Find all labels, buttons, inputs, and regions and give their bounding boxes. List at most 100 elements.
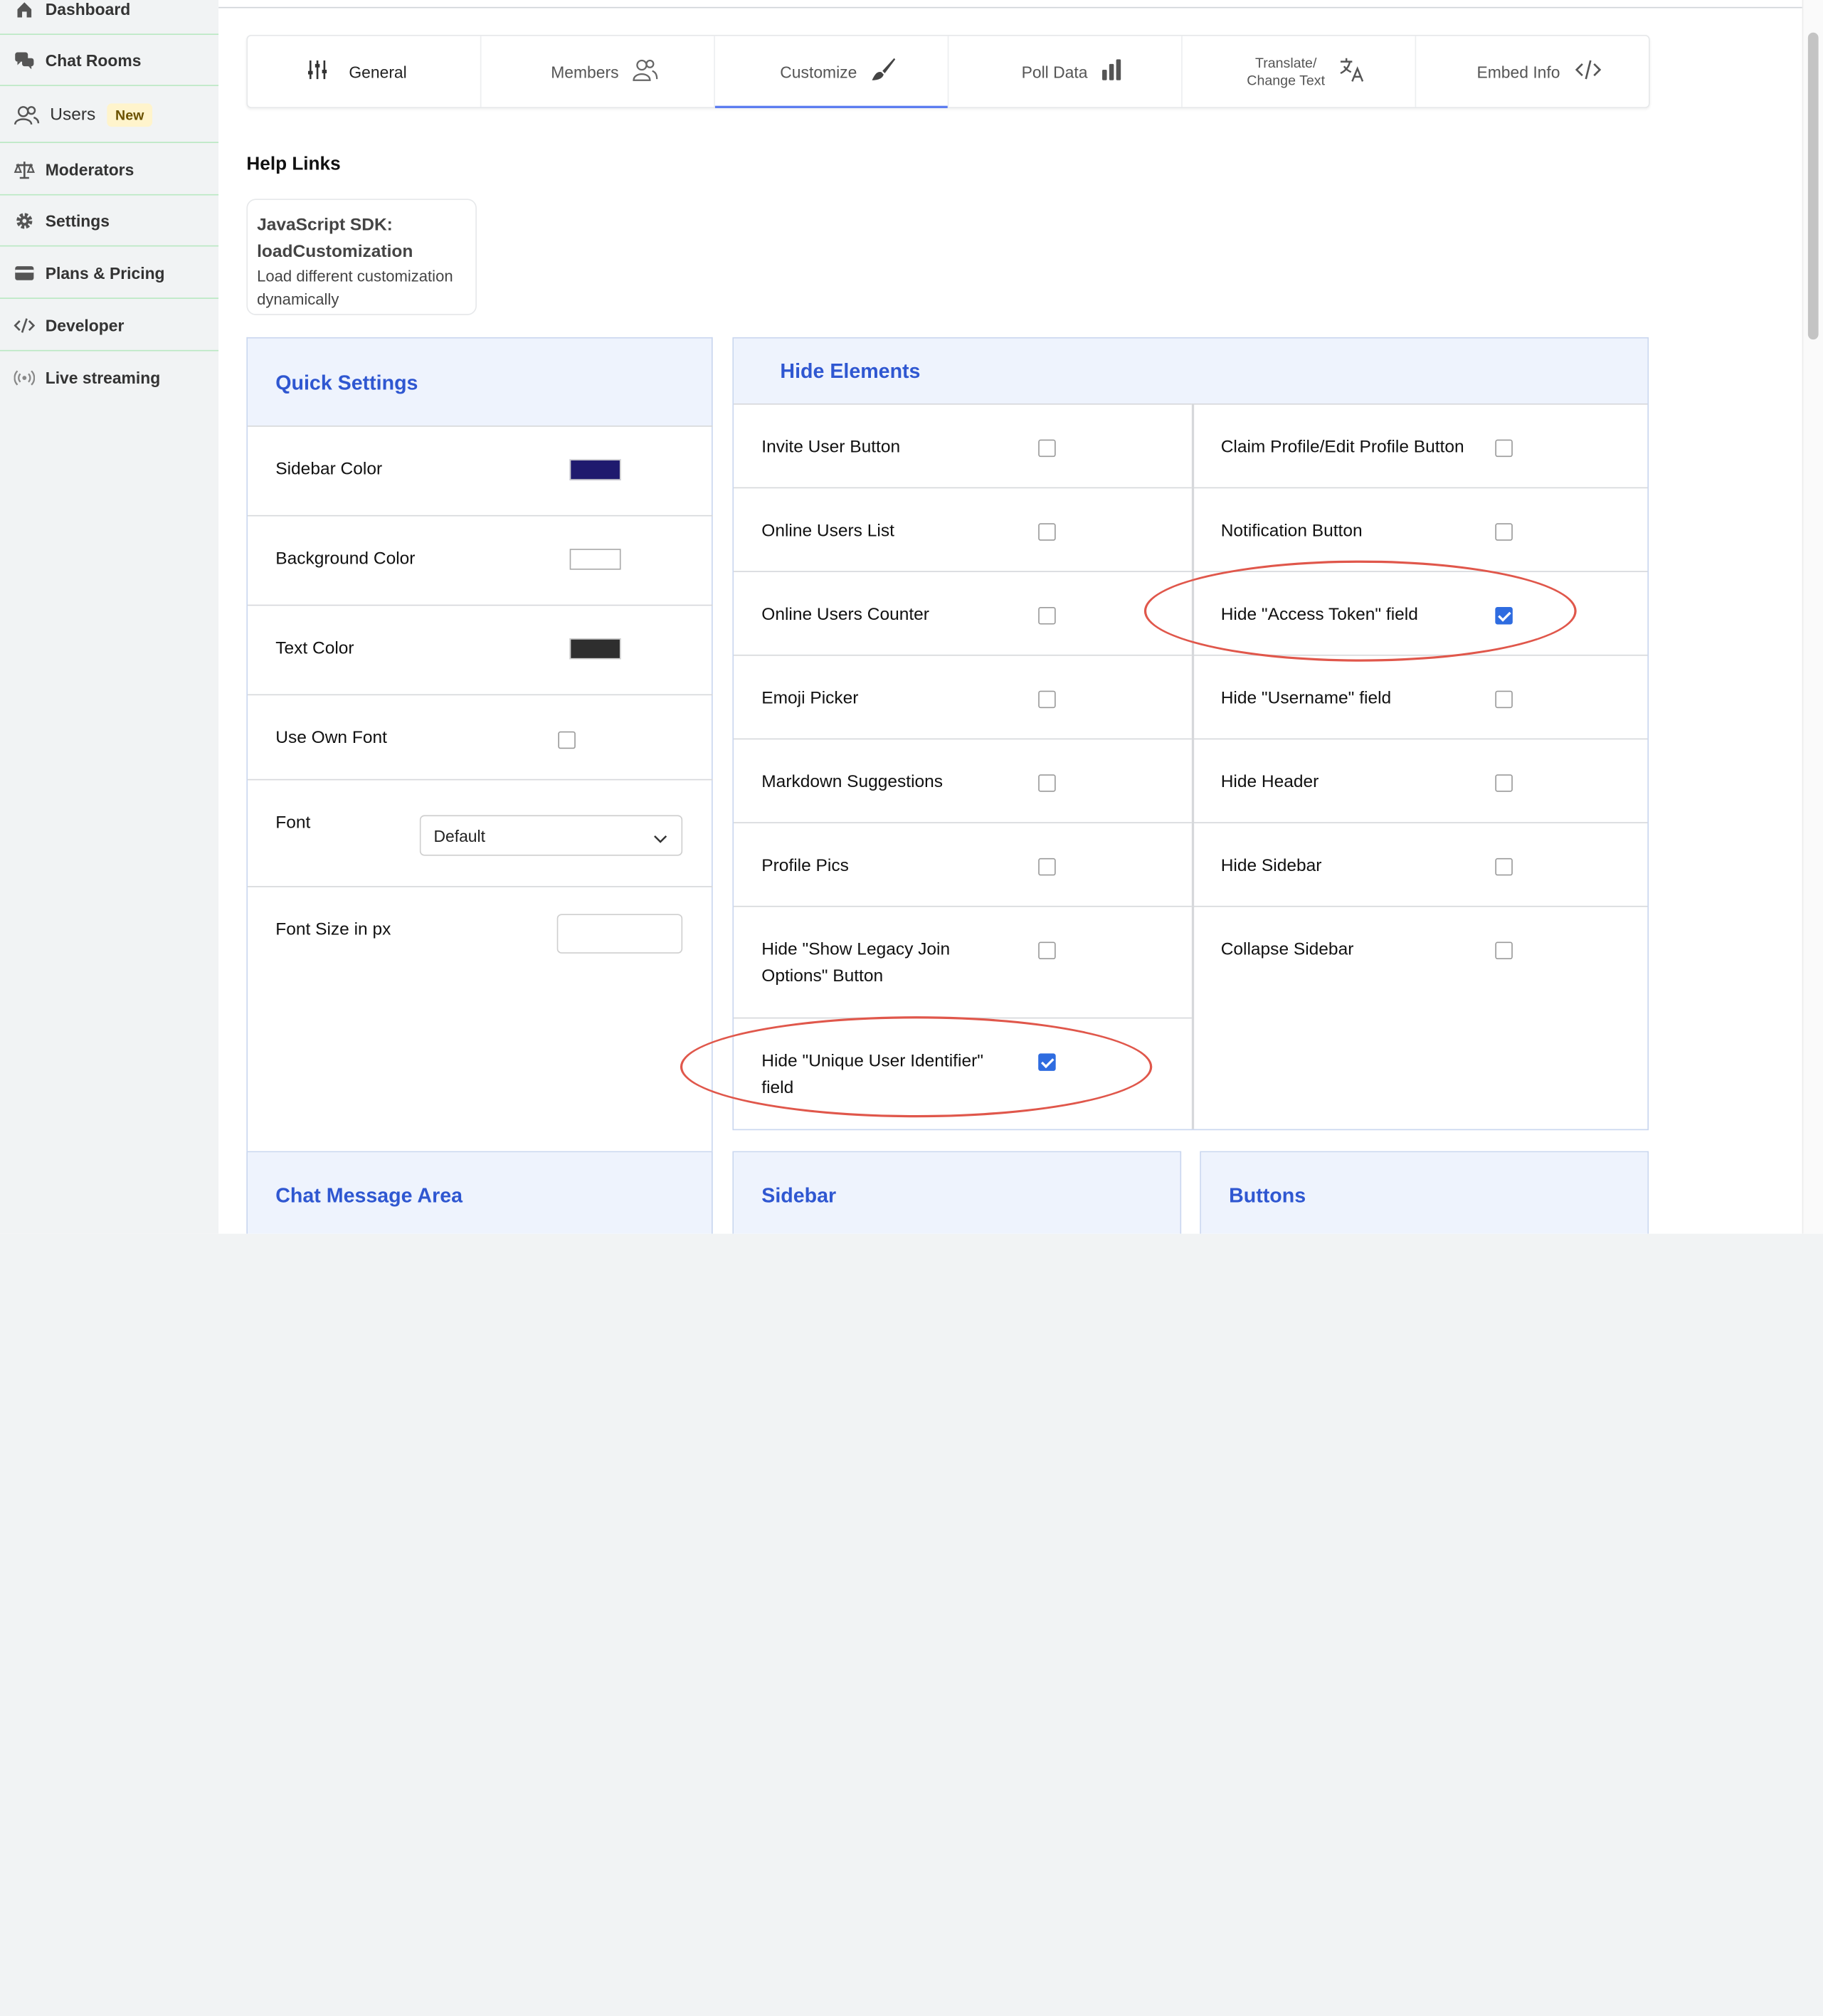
option-checkbox[interactable] (1038, 857, 1056, 876)
quick-settings-header: Quick Settings (248, 338, 712, 426)
sidebar-item-chat-rooms[interactable]: Chat Rooms (0, 35, 219, 86)
chat-message-area-header: Chat Message Area (248, 1152, 712, 1234)
hide-option-header: Hide Header (1193, 738, 1648, 823)
option-checkbox[interactable] (1495, 523, 1513, 541)
tab-translate[interactable]: Translate/ Change Text (1183, 36, 1417, 107)
option-checkbox[interactable] (1038, 606, 1056, 625)
option-label: Online Users Counter (761, 604, 929, 625)
buttons-panel: Buttons (1200, 1151, 1649, 1234)
sidebar-item-label: Users (50, 105, 96, 125)
hide-option-claim-profile: Claim Profile/Edit Profile Button (1193, 403, 1648, 487)
help-links-heading: Help Links (246, 154, 341, 175)
hide-option-profile-pics: Profile Pics (734, 822, 1192, 906)
option-label: Profile Pics (761, 855, 849, 876)
option-checkbox[interactable] (1495, 774, 1513, 792)
buttons-panel-header: Buttons (1200, 1152, 1648, 1234)
option-checkbox[interactable] (1038, 690, 1056, 709)
sidebar-color-row: Sidebar Color (248, 426, 713, 515)
vertical-scrollbar[interactable] (1802, 0, 1823, 1234)
help-card-title-line2: loadCustomization (257, 241, 413, 262)
help-link-card[interactable]: JavaScript SDK: loadCustomization Load d… (246, 199, 477, 315)
help-card-title-line1: JavaScript SDK: (257, 215, 393, 236)
quick-settings-panel: Quick Settings Sidebar Color Background … (246, 337, 713, 1234)
sidebar-panel-header: Sidebar (734, 1152, 1180, 1234)
tab-customize[interactable]: Customize (714, 36, 949, 108)
sidebar-item-settings[interactable]: Settings (0, 196, 219, 247)
sidebar-panel-title: Sidebar (761, 1183, 837, 1208)
sidebar-item-label: Dashboard (45, 0, 131, 19)
annotation-circle-unique-user-identifier (680, 1016, 1153, 1118)
tab-general[interactable]: General (248, 36, 482, 107)
home-icon (14, 0, 35, 19)
sidebar-panel: Sidebar (732, 1151, 1182, 1234)
option-label: Hide Sidebar (1220, 855, 1322, 876)
sidebar-color-label: Sidebar Color (275, 459, 383, 480)
hide-option-legacy-join: Hide "Show Legacy Join Options" Button (734, 905, 1192, 1018)
scale-icon (14, 159, 35, 179)
card-icon (14, 262, 35, 283)
option-label: Claim Profile/Edit Profile Button (1220, 437, 1464, 458)
scrollbar-thumb[interactable] (1807, 32, 1819, 340)
translate-icon (1339, 57, 1365, 86)
option-checkbox[interactable] (1038, 523, 1056, 541)
option-checkbox[interactable] (1038, 774, 1056, 792)
members-icon (633, 58, 658, 85)
use-own-font-checkbox[interactable] (558, 731, 576, 749)
left-sidebar: Dashboard Chat Rooms Users New Moderator… (0, 0, 219, 1234)
sidebar-item-label: Settings (45, 211, 110, 230)
background-color-swatch[interactable] (569, 549, 621, 570)
option-checkbox[interactable] (1038, 439, 1056, 458)
tab-label: General (349, 62, 407, 81)
help-card-desc-line1: Load different customization (257, 267, 453, 285)
hide-option-online-users-counter: Online Users Counter (734, 571, 1192, 655)
sidebar-item-label: Developer (45, 315, 125, 334)
sidebar-item-label: Live streaming (45, 368, 161, 388)
tab-label: Translate/ Change Text (1247, 54, 1325, 89)
quick-settings-title: Quick Settings (275, 371, 418, 394)
sidebar-item-label: Moderators (45, 159, 134, 179)
option-label-line2: Options" Button (761, 966, 884, 986)
font-select[interactable]: Default (419, 815, 683, 856)
sidebar-item-developer[interactable]: Developer (0, 300, 219, 352)
sidebar-item-plans-pricing[interactable]: Plans & Pricing (0, 248, 219, 299)
option-label: Online Users List (761, 521, 894, 541)
option-checkbox[interactable] (1495, 941, 1513, 960)
tab-label-line2: Change Text (1247, 71, 1326, 88)
tab-label: Customize (780, 62, 857, 81)
option-checkbox[interactable] (1495, 857, 1513, 876)
use-own-font-label: Use Own Font (275, 727, 387, 748)
broadcast-icon (14, 367, 36, 388)
sidebar-item-dashboard[interactable]: Dashboard (0, 0, 219, 36)
chevron-down-icon (653, 829, 667, 848)
hide-option-invite-user-button: Invite User Button (734, 403, 1192, 487)
background-color-label: Background Color (275, 549, 416, 569)
font-size-label: Font Size in px (275, 919, 391, 940)
sidebar-item-users[interactable]: Users New (0, 88, 219, 143)
option-label: Hide Header (1220, 771, 1319, 792)
option-label-line1: Hide "Show Legacy Join (761, 939, 951, 960)
option-label: Invite User Button (761, 437, 901, 458)
option-checkbox[interactable] (1038, 941, 1056, 960)
top-divider (218, 6, 1823, 9)
option-checkbox[interactable] (1495, 690, 1513, 709)
hide-elements-header: Hide Elements (734, 338, 1648, 403)
brush-icon (871, 57, 897, 86)
sidebar-item-live-streaming[interactable]: Live streaming (0, 352, 218, 403)
option-label: Hide "Show Legacy Join Options" Button (761, 936, 950, 989)
help-card-desc-line2: dynamically (257, 290, 339, 309)
sidebar-item-moderators[interactable]: Moderators (0, 144, 219, 196)
font-size-input[interactable] (556, 914, 683, 954)
use-own-font-row: Use Own Font (248, 694, 713, 779)
tab-poll-data[interactable]: Poll Data (949, 36, 1183, 107)
tab-embed-info[interactable]: Embed Info (1416, 36, 1649, 107)
sidebar-color-swatch[interactable] (569, 459, 621, 480)
font-label: Font (275, 813, 311, 833)
hide-option-collapse-sidebar: Collapse Sidebar (1193, 905, 1648, 1129)
hide-option-username: Hide "Username" field (1193, 654, 1648, 739)
option-checkbox[interactable] (1495, 439, 1513, 458)
tab-members[interactable]: Members (481, 36, 715, 107)
chat-message-area-title: Chat Message Area (275, 1183, 463, 1208)
users-icon (14, 104, 40, 125)
hide-option-notification-button: Notification Button (1193, 487, 1648, 571)
text-color-swatch[interactable] (569, 638, 621, 660)
